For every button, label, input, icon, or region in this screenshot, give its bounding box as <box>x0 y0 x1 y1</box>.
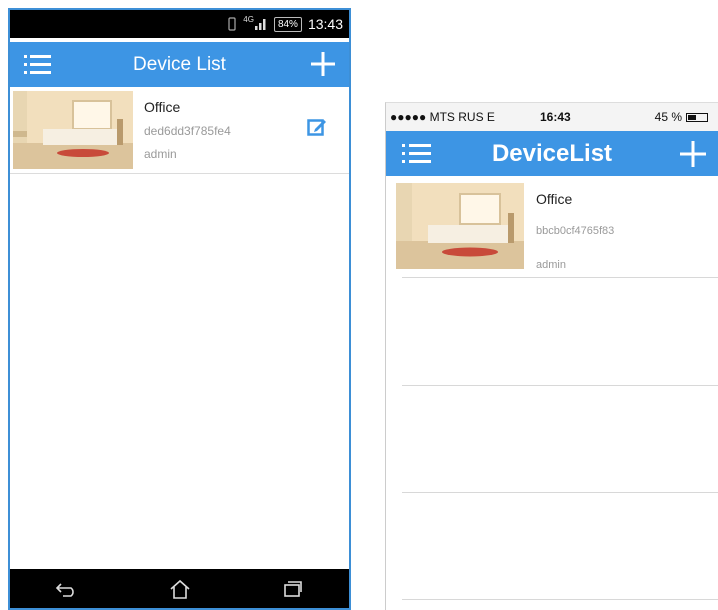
device-thumbnail <box>396 183 524 269</box>
device-name: Office <box>536 191 573 207</box>
page-title: Device List <box>133 54 226 75</box>
signal-icon: 4G <box>243 15 268 31</box>
device-name: Office <box>144 99 181 115</box>
list-separator <box>402 492 718 493</box>
page-title: DeviceList <box>491 140 613 167</box>
iphone-screen: ●●●●● MTS RUS E 16:43 45 % DeviceList Of… <box>385 102 718 610</box>
device-id: ded6dd3f785fe4 <box>144 124 231 138</box>
device-list-item[interactable]: Office ded6dd3f785fe4 admin <box>10 87 349 174</box>
android-status-bar: 4G 84% 13:43 <box>10 10 349 38</box>
home-icon[interactable] <box>167 578 193 600</box>
device-thumbnail <box>13 91 133 169</box>
device-user: admin <box>536 259 566 271</box>
battery-icon <box>686 112 708 122</box>
android-screen: 4G 84% 13:43 Device List Office ded6dd3f… <box>8 8 351 610</box>
list-separator <box>402 277 718 278</box>
vibrate-icon <box>227 17 237 31</box>
add-device-button[interactable] <box>309 50 337 78</box>
status-time: 13:43 <box>307 16 343 32</box>
carrier-label: ●●●●● MTS RUS E <box>390 110 495 124</box>
list-separator <box>402 385 718 386</box>
battery-indicator: 45 % <box>655 110 708 124</box>
edit-icon[interactable] <box>307 117 327 137</box>
battery-indicator: 84% <box>273 16 302 32</box>
ios-status-bar: ●●●●● MTS RUS E 16:43 45 % <box>386 103 718 131</box>
recent-apps-icon[interactable] <box>280 578 306 600</box>
app-header: Device List <box>10 42 349 87</box>
battery-fill <box>688 114 697 120</box>
app-header: DeviceList <box>386 131 718 176</box>
android-nav-bar <box>10 569 349 608</box>
back-icon[interactable] <box>54 578 80 600</box>
add-device-button[interactable] <box>678 139 708 169</box>
list-separator <box>402 599 718 600</box>
battery-percent: 45 % <box>654 110 682 124</box>
device-user: admin <box>144 147 177 161</box>
device-id: bbcb0cf4765f83 <box>536 225 615 237</box>
status-time: 16:43 <box>540 110 571 124</box>
